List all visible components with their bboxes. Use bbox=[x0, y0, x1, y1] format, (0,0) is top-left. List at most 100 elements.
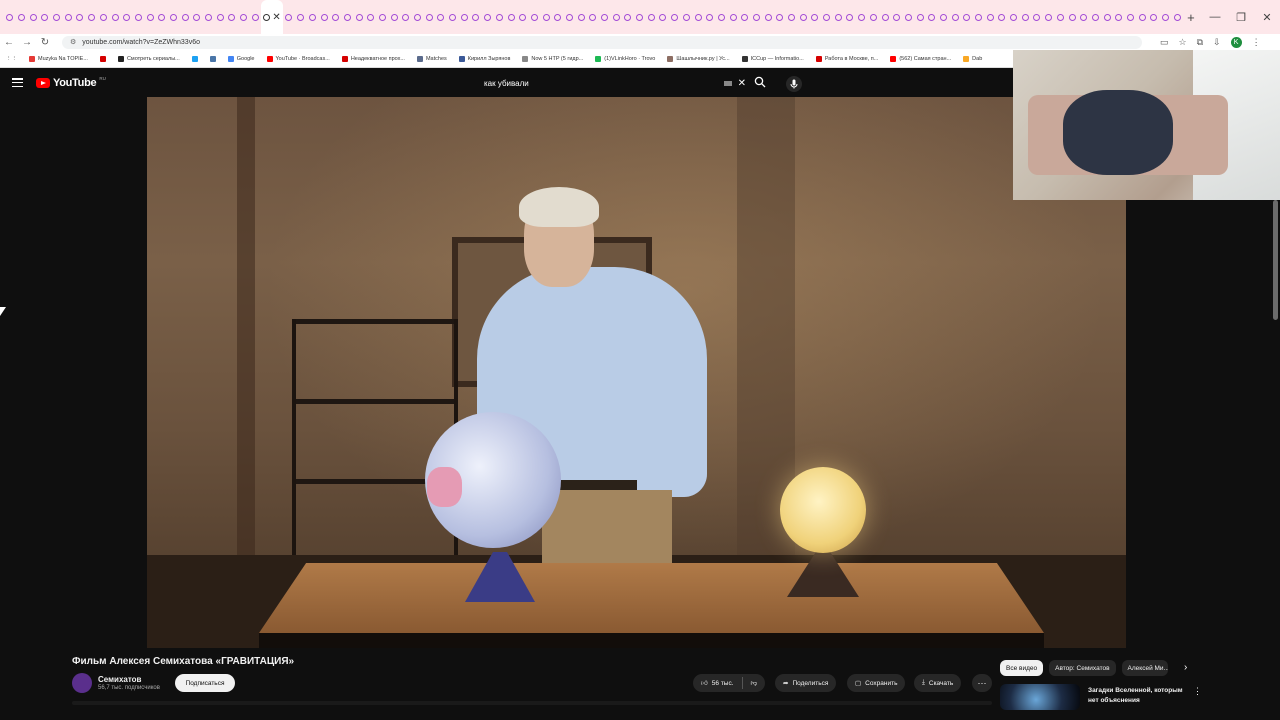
browser-tab[interactable] bbox=[821, 0, 833, 34]
page-scrollbar[interactable] bbox=[1273, 200, 1278, 320]
bookmark-item[interactable] bbox=[99, 55, 106, 62]
browser-tab[interactable] bbox=[121, 0, 133, 34]
browser-tab[interactable] bbox=[879, 0, 891, 34]
browser-tab[interactable] bbox=[238, 0, 250, 34]
browser-tab[interactable] bbox=[1055, 0, 1067, 34]
browser-tab[interactable] bbox=[307, 0, 319, 34]
browser-tab[interactable] bbox=[575, 0, 587, 34]
browser-tab[interactable] bbox=[51, 0, 63, 34]
browser-tab[interactable] bbox=[540, 0, 552, 34]
url-input[interactable]: ⚙ youtube.com/watch?v=ZeZWhn33v6o bbox=[62, 35, 1142, 49]
browser-tab[interactable] bbox=[482, 0, 494, 34]
browser-tab[interactable] bbox=[226, 0, 238, 34]
minimize-icon[interactable]: — bbox=[1202, 11, 1228, 23]
chip-all-videos[interactable]: Все видео bbox=[1000, 660, 1044, 676]
profile-avatar[interactable]: K bbox=[1230, 36, 1242, 48]
bookmark-item[interactable]: ICCup — Informatio... bbox=[741, 55, 804, 62]
browser-tab[interactable] bbox=[1078, 0, 1090, 34]
browser-tab[interactable] bbox=[949, 0, 961, 34]
maximize-icon[interactable]: ❐ bbox=[1228, 11, 1254, 24]
share-button[interactable]: ➦ Поделиться bbox=[775, 674, 837, 692]
browser-tab[interactable] bbox=[645, 0, 657, 34]
browser-tab[interactable] bbox=[938, 0, 950, 34]
browser-tab[interactable] bbox=[39, 0, 51, 34]
browser-tab[interactable] bbox=[423, 0, 435, 34]
menu-icon[interactable] bbox=[12, 78, 23, 87]
browser-tab[interactable] bbox=[458, 0, 470, 34]
browser-tab[interactable] bbox=[809, 0, 821, 34]
browser-tab[interactable] bbox=[903, 0, 915, 34]
browser-tab[interactable] bbox=[564, 0, 576, 34]
subscribe-button[interactable]: Подписаться bbox=[175, 674, 235, 692]
apps-icon[interactable]: ⋮⋮ bbox=[6, 56, 17, 62]
reload-icon[interactable]: ↻ bbox=[36, 37, 54, 48]
browser-tab[interactable] bbox=[377, 0, 389, 34]
browser-tab[interactable] bbox=[412, 0, 424, 34]
browser-tab[interactable] bbox=[914, 0, 926, 34]
browser-tab[interactable] bbox=[1043, 0, 1055, 34]
site-info-icon[interactable]: ⚙ bbox=[70, 38, 76, 46]
browser-tab[interactable] bbox=[353, 0, 365, 34]
chip-related[interactable]: Алексей Ми... bbox=[1121, 660, 1168, 676]
new-tab-icon[interactable]: + bbox=[1187, 10, 1195, 25]
search-input[interactable]: как убивали ✕ bbox=[476, 74, 746, 92]
clear-search-icon[interactable]: ✕ bbox=[738, 78, 746, 89]
browser-tab[interactable] bbox=[704, 0, 716, 34]
browser-tab[interactable] bbox=[844, 0, 856, 34]
browser-tab[interactable] bbox=[447, 0, 459, 34]
downloads-icon[interactable]: ⇩ bbox=[1213, 37, 1221, 48]
bookmark-item[interactable] bbox=[191, 55, 198, 62]
browser-tab[interactable] bbox=[669, 0, 681, 34]
browser-tab[interactable] bbox=[1008, 0, 1020, 34]
bookmark-item[interactable]: Now 5 HTP (5 гидр... bbox=[522, 55, 583, 62]
browser-tab[interactable] bbox=[435, 0, 447, 34]
browser-tab[interactable] bbox=[388, 0, 400, 34]
browser-tab[interactable] bbox=[214, 0, 226, 34]
save-button[interactable]: ▢ Сохранить bbox=[847, 674, 906, 692]
browser-tab[interactable] bbox=[774, 0, 786, 34]
bookmark-item[interactable]: Смотреть сериалы... bbox=[117, 55, 180, 62]
browser-tab[interactable] bbox=[1136, 0, 1148, 34]
video-player[interactable] bbox=[147, 97, 1126, 648]
bookmark-item[interactable]: Google bbox=[227, 55, 255, 62]
bookmark-item[interactable]: Кирилл Зырянов bbox=[458, 55, 510, 62]
bookmark-item[interactable]: Dab bbox=[963, 55, 982, 62]
browser-tab[interactable] bbox=[634, 0, 646, 34]
browser-tab[interactable] bbox=[1019, 0, 1031, 34]
chevron-right-icon[interactable]: › bbox=[1184, 662, 1187, 673]
channel-avatar[interactable] bbox=[72, 673, 92, 693]
browser-tab[interactable] bbox=[109, 0, 121, 34]
channel-name[interactable]: Семихатов bbox=[98, 675, 141, 684]
tab-close-icon[interactable]: ✕ bbox=[272, 12, 280, 23]
bookmark-item[interactable]: Matches bbox=[416, 55, 447, 62]
bookmark-item[interactable]: Работа в Москве, п... bbox=[815, 55, 878, 62]
more-actions-icon[interactable]: ⋯ bbox=[972, 674, 992, 692]
tab-active[interactable]: ✕ bbox=[261, 0, 284, 34]
browser-tab[interactable] bbox=[156, 0, 168, 34]
browser-tab[interactable] bbox=[4, 0, 16, 34]
browser-tab[interactable] bbox=[984, 0, 996, 34]
browser-tab[interactable] bbox=[868, 0, 880, 34]
browser-tab[interactable] bbox=[283, 0, 295, 34]
download-button[interactable]: ⤓ Скачать bbox=[914, 674, 962, 692]
browser-tab[interactable] bbox=[996, 0, 1008, 34]
browser-tab[interactable] bbox=[739, 0, 751, 34]
mic-icon[interactable] bbox=[786, 76, 802, 92]
back-icon[interactable]: ← bbox=[0, 37, 18, 48]
bookmark-item[interactable]: Неадекватное прох... bbox=[341, 55, 405, 62]
browser-tab[interactable] bbox=[98, 0, 110, 34]
browser-tab[interactable] bbox=[470, 0, 482, 34]
bookmark-item[interactable] bbox=[209, 55, 216, 62]
keyboard-icon[interactable] bbox=[723, 80, 732, 86]
recommendation-menu-icon[interactable]: ⋮ bbox=[1193, 686, 1202, 697]
browser-tab[interactable] bbox=[1066, 0, 1078, 34]
browser-tab[interactable] bbox=[622, 0, 634, 34]
browser-tab[interactable] bbox=[1101, 0, 1113, 34]
browser-tab[interactable] bbox=[133, 0, 145, 34]
browser-tab[interactable] bbox=[751, 0, 763, 34]
browser-tab[interactable] bbox=[552, 0, 564, 34]
recommendation-title[interactable]: Загадки Вселенной, которым нет объяснени… bbox=[1088, 686, 1184, 706]
browser-tab[interactable] bbox=[330, 0, 342, 34]
browser-menu-icon[interactable]: ⋮ bbox=[1252, 37, 1261, 48]
browser-tab[interactable] bbox=[1125, 0, 1137, 34]
